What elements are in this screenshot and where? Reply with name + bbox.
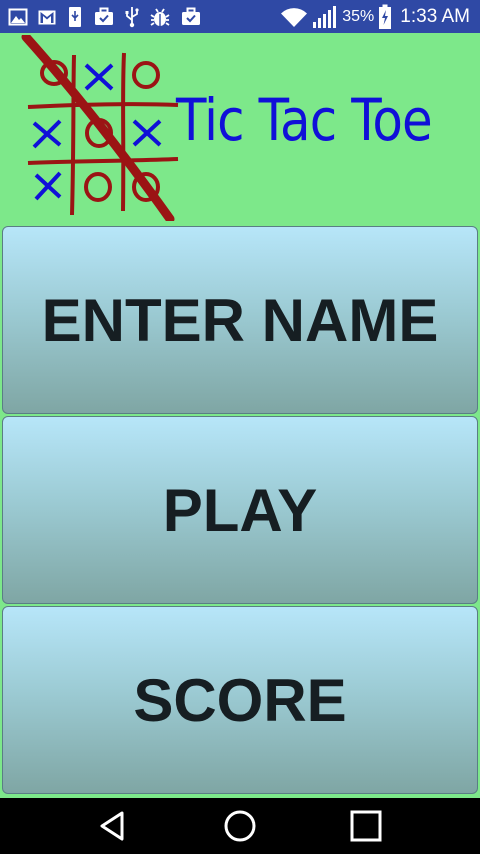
back-icon[interactable] — [96, 808, 132, 844]
usb-icon — [124, 6, 140, 28]
briefcase-icon — [93, 7, 115, 27]
play-label: PLAY — [162, 476, 318, 544]
score-label: SCORE — [133, 666, 347, 734]
gmail-icon — [37, 7, 57, 27]
score-button[interactable]: SCORE — [2, 606, 478, 794]
home-icon[interactable] — [222, 808, 258, 844]
navigation-bar — [0, 798, 480, 854]
play-button[interactable]: PLAY — [2, 416, 478, 604]
recents-icon[interactable] — [348, 808, 384, 844]
signal-icon — [312, 5, 338, 29]
briefcase-check-icon — [180, 7, 202, 27]
image-icon — [8, 7, 28, 27]
battery-percent: 35% — [342, 7, 375, 25]
clock: 1:33 AM — [400, 5, 470, 27]
app-title: Tic Tac Toe — [176, 86, 433, 154]
bug-icon — [149, 7, 171, 27]
system-status: 35% 1:33 AM — [280, 4, 480, 30]
status-bar: 35% 1:33 AM — [0, 0, 480, 33]
battery-charging-icon — [378, 4, 392, 30]
enter-name-button[interactable]: ENTER NAME — [2, 226, 478, 414]
notification-icons — [0, 6, 202, 28]
enter-name-label: ENTER NAME — [41, 286, 439, 354]
usb-storage-icon — [66, 6, 84, 28]
app-header: Tic Tac Toe — [0, 33, 480, 225]
tic-tac-toe-logo-icon — [21, 35, 179, 221]
wifi-icon — [280, 6, 308, 28]
